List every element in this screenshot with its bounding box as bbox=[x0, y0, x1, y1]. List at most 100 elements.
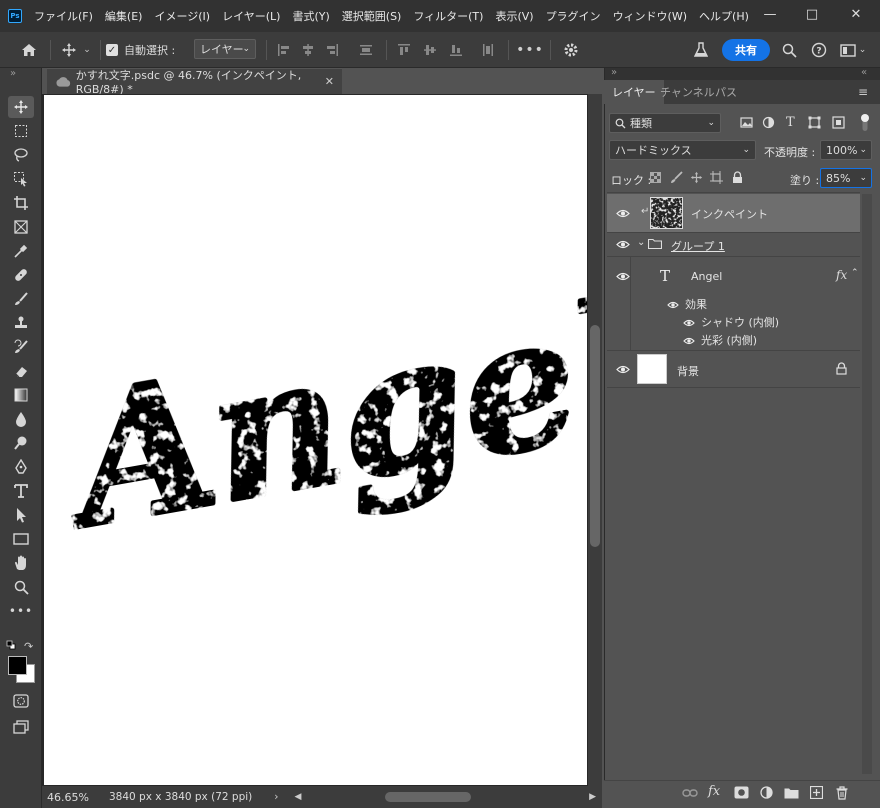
filter-type-icon[interactable]: T bbox=[786, 115, 795, 130]
new-layer-icon[interactable] bbox=[809, 785, 824, 802]
menu-edit[interactable]: 編集(E) bbox=[105, 8, 143, 24]
lock-all-icon[interactable] bbox=[732, 171, 743, 187]
path-selection-tool-icon[interactable] bbox=[8, 504, 34, 526]
crop-tool-icon[interactable] bbox=[8, 192, 34, 214]
eraser-tool-icon[interactable] bbox=[8, 360, 34, 382]
dodge-tool-icon[interactable] bbox=[8, 432, 34, 454]
rectangle-tool-icon[interactable] bbox=[8, 528, 34, 550]
healing-brush-tool-icon[interactable] bbox=[8, 264, 34, 286]
align-left-icon[interactable] bbox=[274, 38, 294, 62]
opacity-input[interactable]: 100% ⌄ bbox=[820, 140, 872, 160]
share-button[interactable]: 共有 bbox=[722, 39, 770, 61]
object-select-tool-icon[interactable] bbox=[8, 168, 34, 190]
layer-row-angel-text[interactable]: T Angel fx ⌃ bbox=[607, 256, 860, 296]
screen-mode-icon[interactable] bbox=[8, 716, 34, 738]
menu-window[interactable]: ウィンドウ(W) bbox=[613, 8, 687, 24]
align-center-icon[interactable] bbox=[298, 38, 318, 62]
workspace-icon[interactable]: ⌄ bbox=[836, 38, 870, 62]
visibility-eye-icon[interactable] bbox=[615, 208, 631, 218]
flask-icon[interactable] bbox=[690, 38, 712, 62]
layer-filter-dropdown[interactable]: 種類 ⌄ bbox=[609, 113, 721, 133]
add-style-icon[interactable]: fx bbox=[708, 784, 720, 799]
layer-name-inkpaint[interactable]: インクペイント bbox=[691, 206, 768, 222]
help-icon[interactable]: ? bbox=[808, 38, 830, 62]
visibility-eye-icon[interactable] bbox=[615, 272, 631, 282]
canvas[interactable]: Angel bbox=[42, 95, 661, 785]
pen-tool-icon[interactable] bbox=[8, 456, 34, 478]
lock-transparent-icon[interactable] bbox=[650, 172, 661, 186]
fx-indicator[interactable]: fx bbox=[836, 268, 847, 282]
hand-tool-icon[interactable] bbox=[8, 552, 34, 574]
close-tab-icon[interactable]: ✕ bbox=[325, 75, 334, 88]
menu-select[interactable]: 選択範囲(S) bbox=[342, 8, 402, 24]
move-tool-icon[interactable] bbox=[8, 96, 34, 118]
scroll-right-icon[interactable]: ▶ bbox=[589, 792, 596, 802]
effect-row-inner-glow[interactable]: 光彩 (内側) bbox=[607, 330, 860, 348]
auto-select-checkbox[interactable]: ✓ 自動選択 : bbox=[106, 38, 186, 62]
lock-pixels-icon[interactable] bbox=[670, 171, 683, 187]
gradient-tool-icon[interactable] bbox=[8, 384, 34, 406]
align-right-icon[interactable] bbox=[322, 38, 342, 62]
frame-tool-icon[interactable] bbox=[8, 216, 34, 238]
quick-mask-icon[interactable] bbox=[8, 690, 34, 712]
menu-help[interactable]: ヘルプ(H) bbox=[699, 8, 749, 24]
add-mask-icon[interactable] bbox=[734, 786, 749, 802]
layer-row-inkpaint[interactable]: ↵ インクペイント bbox=[607, 194, 860, 232]
align-bottom-icon[interactable] bbox=[446, 38, 466, 62]
filter-pixel-icon[interactable] bbox=[740, 116, 753, 132]
move-tool-preset-icon[interactable]: ⌄ bbox=[56, 38, 96, 62]
clone-stamp-tool-icon[interactable] bbox=[8, 312, 34, 334]
lock-position-icon[interactable] bbox=[690, 171, 703, 187]
default-colors-icon[interactable] bbox=[6, 640, 16, 650]
filter-adjustment-icon[interactable] bbox=[762, 116, 775, 132]
layer-row-background[interactable]: 背景 bbox=[607, 350, 860, 388]
menu-view[interactable]: 表示(V) bbox=[495, 8, 533, 24]
tab-paths[interactable]: パス bbox=[707, 80, 745, 104]
eyedropper-tool-icon[interactable] bbox=[8, 240, 34, 262]
distribute-vertical-icon[interactable] bbox=[478, 38, 498, 62]
zoom-tool-icon[interactable] bbox=[8, 576, 34, 598]
layer-name-group1[interactable]: グループ 1 bbox=[671, 238, 725, 254]
fill-input[interactable]: 85% ⌄ bbox=[820, 168, 872, 188]
zoom-level[interactable]: 46.65% bbox=[47, 791, 107, 804]
maximize-icon[interactable]: □ bbox=[792, 0, 832, 28]
horizontal-scrollbar-thumb[interactable] bbox=[385, 792, 472, 802]
panel-menu-icon[interactable]: ≡ bbox=[858, 85, 868, 99]
search-icon[interactable] bbox=[778, 38, 800, 62]
foreground-color-swatch[interactable] bbox=[8, 656, 27, 675]
collapse-toolbar-icon[interactable]: » bbox=[10, 68, 16, 79]
distribute-icon[interactable] bbox=[356, 38, 376, 62]
menu-file[interactable]: ファイル(F) bbox=[34, 8, 93, 24]
effect-eye-icon[interactable] bbox=[683, 335, 695, 348]
visibility-eye-icon[interactable] bbox=[615, 240, 631, 250]
blend-mode-dropdown[interactable]: ハードミックス ⌄ bbox=[609, 140, 756, 160]
type-tool-icon[interactable] bbox=[8, 480, 34, 502]
auto-select-target-dropdown[interactable]: レイヤー ⌄ bbox=[194, 39, 256, 59]
filter-toggle-switch[interactable] bbox=[860, 112, 870, 135]
lock-artboard-icon[interactable] bbox=[710, 171, 723, 187]
layer-effects-row[interactable]: 効果 bbox=[607, 294, 860, 312]
filter-shape-icon[interactable] bbox=[808, 116, 821, 132]
scroll-left-icon[interactable]: ◀ bbox=[294, 792, 301, 802]
visibility-eye-icon[interactable] bbox=[615, 364, 631, 374]
filter-smart-object-icon[interactable] bbox=[832, 116, 845, 132]
minimize-icon[interactable]: — bbox=[750, 0, 790, 28]
collapse-panel-right-icon[interactable]: « bbox=[861, 67, 867, 78]
marquee-tool-icon[interactable] bbox=[8, 120, 34, 142]
effect-eye-icon[interactable] bbox=[683, 317, 695, 330]
status-more-icon[interactable]: › bbox=[274, 791, 278, 803]
link-layers-icon[interactable] bbox=[682, 787, 698, 802]
history-brush-tool-icon[interactable] bbox=[8, 336, 34, 358]
layer-row-group1[interactable]: ⌄ グループ 1 bbox=[607, 232, 860, 256]
align-middle-icon[interactable] bbox=[420, 38, 440, 62]
effect-row-inner-shadow[interactable]: シャドウ (内側) bbox=[607, 312, 860, 330]
layer-name-angel[interactable]: Angel bbox=[691, 270, 722, 283]
settings-gear-icon[interactable] bbox=[560, 38, 582, 62]
layers-scrollbar[interactable] bbox=[862, 194, 872, 774]
menu-filter[interactable]: フィルター(T) bbox=[413, 8, 483, 24]
brush-tool-icon[interactable] bbox=[8, 288, 34, 310]
edit-toolbar-icon[interactable]: ••• bbox=[8, 600, 34, 622]
layer-name-background[interactable]: 背景 bbox=[677, 363, 699, 379]
vertical-scrollbar-thumb[interactable] bbox=[590, 325, 600, 547]
more-options-icon[interactable]: ••• bbox=[516, 38, 543, 62]
